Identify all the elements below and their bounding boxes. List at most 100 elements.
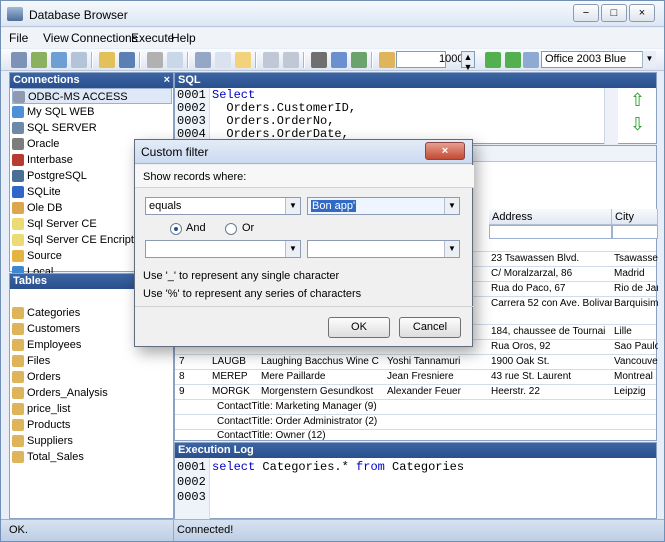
table-item[interactable]: Suppliers — [12, 433, 73, 449]
sqlite-icon — [12, 186, 24, 199]
dialog-title: Custom filter — [141, 145, 209, 159]
run-icon[interactable] — [485, 52, 501, 68]
table-cell-address: Rua do Paco, 67 — [491, 283, 566, 294]
menu-execute[interactable]: Execute — [131, 31, 174, 45]
or-radio[interactable] — [225, 223, 237, 235]
table-cell-address: 23 Tsawassen Blvd. — [491, 253, 580, 264]
connection-label: Oracle — [27, 138, 60, 150]
arrow-up-icon[interactable]: ⇧ — [630, 91, 648, 109]
menu-file[interactable]: File — [9, 31, 28, 45]
filter-value-select-2[interactable]: ▼ — [307, 240, 460, 258]
connection-label: Sql Server CE — [27, 218, 97, 230]
redo-icon[interactable] — [283, 52, 299, 68]
city-filter-cell[interactable] — [612, 225, 658, 239]
menu-connections[interactable]: Connections — [71, 31, 138, 45]
table-item[interactable]: Orders_Analysis — [12, 385, 108, 401]
export-icon[interactable] — [523, 52, 539, 68]
filter-value-select[interactable]: Bon app' ▼ — [307, 197, 460, 215]
table-item[interactable]: Files — [12, 353, 50, 369]
sql-line-1[interactable]: Select — [212, 88, 255, 102]
sql-scrollbar[interactable] — [604, 88, 618, 144]
toolbar-separator — [187, 52, 189, 68]
group-row[interactable]: ContactTitle: Owner (12) — [215, 429, 465, 443]
connection-item[interactable]: My SQL WEB — [12, 104, 94, 120]
connection-item[interactable]: Sql Server CE Encripted — [12, 232, 146, 248]
group-row[interactable]: ContactTitle: Marketing Manager (9) — [215, 400, 465, 414]
table-item[interactable]: Products — [12, 417, 70, 433]
minimize-button[interactable]: − — [573, 4, 599, 22]
arrow-down-icon[interactable]: ⇩ — [630, 115, 648, 133]
sql-keyword: from — [356, 460, 385, 474]
copy-icon[interactable] — [215, 52, 231, 68]
column-header-city[interactable]: City — [612, 209, 658, 225]
chevron-down-icon[interactable]: ▼ — [444, 241, 459, 257]
sql-line-num-1: 0001 — [177, 88, 206, 102]
open-icon[interactable] — [99, 52, 115, 68]
cut-icon[interactable] — [195, 52, 211, 68]
menu-help[interactable]: Help — [171, 31, 196, 45]
filter-icon[interactable] — [351, 52, 367, 68]
connection-item[interactable]: Oracle — [12, 136, 59, 152]
menu-view[interactable]: View — [43, 31, 69, 45]
refresh-icon[interactable] — [31, 52, 47, 68]
replace-icon[interactable] — [331, 52, 347, 68]
connection-item[interactable]: Source — [12, 248, 62, 264]
save-icon[interactable] — [119, 52, 135, 68]
edit-icon[interactable] — [379, 52, 395, 68]
close-button[interactable]: × — [629, 4, 655, 22]
connection-item[interactable]: ODBC-MS ACCESS — [12, 88, 172, 104]
close-button[interactable]: × — [425, 142, 465, 160]
sql-line-2[interactable]: Orders.CustomerID, — [212, 101, 356, 115]
maximize-button[interactable]: □ — [601, 4, 627, 22]
sql-line-num-2: 0002 — [177, 101, 206, 115]
cancel-button[interactable]: Cancel — [399, 317, 461, 338]
chevron-down-icon[interactable]: ▼ — [444, 198, 459, 214]
rows-limit-spinner[interactable]: ▲ ▼ — [461, 51, 475, 72]
ok-button[interactable]: OK — [328, 317, 390, 338]
connection-icon[interactable] — [51, 52, 67, 68]
table-item[interactable]: Total_Sales — [12, 449, 84, 465]
theme-select[interactable]: Office 2003 Blue — [541, 51, 656, 68]
undo-icon[interactable] — [263, 52, 279, 68]
toolbar-separator — [91, 52, 93, 68]
sql-token: Categories.* — [255, 460, 357, 474]
table-item[interactable]: Employees — [12, 337, 81, 353]
address-filter-cell[interactable] — [489, 225, 612, 239]
connection-item[interactable]: Interbase — [12, 152, 73, 168]
table-cell-city: Lille — [614, 326, 632, 337]
paste-icon[interactable] — [235, 52, 251, 68]
layout-icon[interactable] — [71, 52, 87, 68]
chevron-down-icon[interactable]: ▼ — [285, 198, 300, 214]
connection-item[interactable]: Sql Server CE — [12, 216, 97, 232]
table-label: Orders_Analysis — [27, 387, 108, 399]
table-item[interactable]: Orders — [12, 369, 61, 385]
settings-icon[interactable] — [11, 52, 27, 68]
table-icon — [12, 307, 24, 320]
table-item[interactable]: price_list — [12, 401, 70, 417]
operator-select[interactable]: equals ▼ — [145, 197, 301, 215]
chevron-down-icon[interactable]: ▼ — [285, 241, 300, 257]
table-cell-address: Rua Oros, 92 — [491, 341, 551, 352]
or-label: Or — [242, 222, 255, 234]
chevron-down-icon[interactable]: ▼ — [642, 51, 656, 68]
print-icon[interactable] — [147, 52, 163, 68]
group-row[interactable]: ContactTitle: Order Administrator (2) — [215, 415, 465, 429]
window-title: Database Browser — [29, 8, 128, 22]
connection-item[interactable]: SQLite — [12, 184, 61, 200]
connection-item[interactable]: Ole DB — [12, 200, 62, 216]
close-icon[interactable]: × — [164, 73, 170, 88]
table-item[interactable]: Customers — [12, 321, 80, 337]
toolbar-separator — [139, 52, 141, 68]
connection-item[interactable]: SQL SERVER — [12, 120, 97, 136]
and-radio[interactable] — [170, 223, 182, 235]
run-next-icon[interactable] — [505, 52, 521, 68]
connection-item[interactable]: PostgreSQL — [12, 168, 87, 184]
preview-icon[interactable] — [167, 52, 183, 68]
find-icon[interactable] — [311, 52, 327, 68]
sql-panel-title: SQL — [175, 73, 656, 88]
table-cell-id: MORGK — [212, 386, 250, 397]
operator-select-2[interactable]: ▼ — [145, 240, 301, 258]
column-header-address[interactable]: Address — [489, 209, 612, 225]
sql-line-3[interactable]: Orders.OrderNo, — [212, 114, 334, 128]
table-item[interactable]: Categories — [12, 305, 80, 321]
